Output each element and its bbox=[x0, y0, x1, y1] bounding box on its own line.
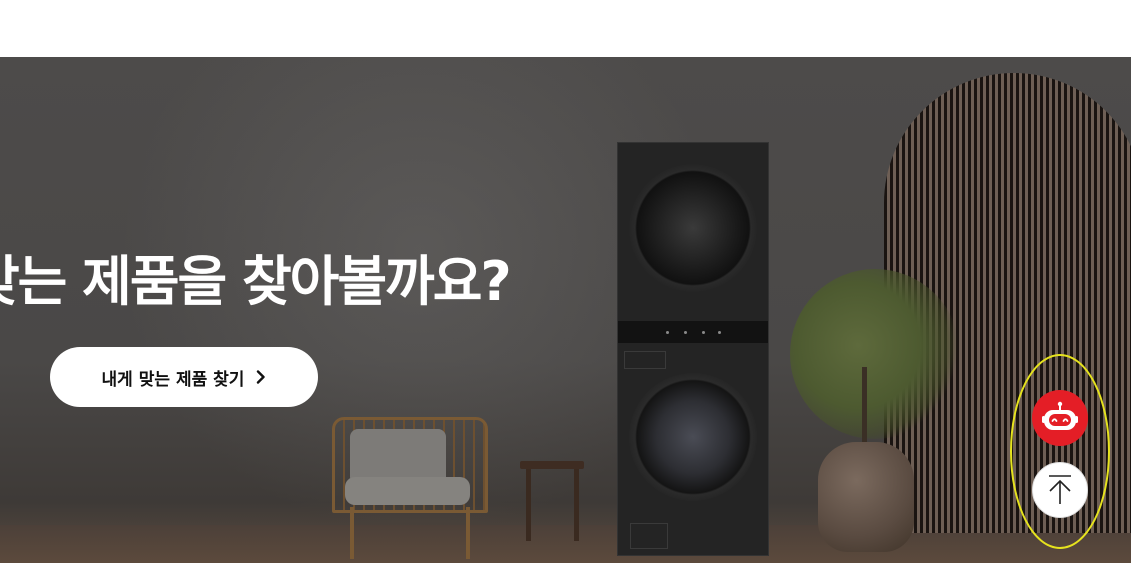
stool-leg bbox=[574, 469, 579, 541]
plant-pot bbox=[818, 442, 914, 552]
chatbot-button[interactable] bbox=[1032, 390, 1088, 446]
arrow-up-icon bbox=[1049, 475, 1071, 504]
hero-banner: 맞는 제품을 찾아볼까요? 내게 맞는 제품 찾기 bbox=[0, 57, 1131, 563]
filter-door bbox=[630, 523, 668, 549]
olive-tree-trunk bbox=[862, 367, 867, 449]
chair-leg bbox=[466, 507, 470, 559]
chair-seat bbox=[345, 477, 470, 505]
find-product-label: 내게 맞는 제품 찾기 bbox=[101, 369, 245, 390]
detergent-drawer bbox=[624, 351, 666, 369]
floating-buttons-highlight bbox=[1010, 354, 1110, 549]
scroll-to-top-button[interactable] bbox=[1032, 462, 1088, 518]
stool-leg bbox=[526, 469, 531, 541]
panel-indicator bbox=[702, 331, 705, 334]
panel-indicator bbox=[684, 331, 687, 334]
robot-icon bbox=[1042, 401, 1078, 430]
stool-top bbox=[520, 461, 584, 469]
find-product-button[interactable]: 내게 맞는 제품 찾기 bbox=[50, 347, 318, 407]
control-panel bbox=[618, 321, 768, 343]
chevron-right-icon bbox=[257, 370, 266, 384]
hero-title: 맞는 제품을 찾아볼까요? bbox=[0, 250, 512, 313]
panel-indicator bbox=[718, 331, 721, 334]
dryer-door bbox=[629, 164, 757, 292]
olive-tree-crown bbox=[790, 269, 960, 439]
panel-indicator bbox=[666, 331, 669, 334]
top-bar bbox=[0, 0, 1131, 57]
washer-door bbox=[629, 373, 757, 501]
washer-dryer-tower bbox=[617, 142, 769, 556]
chair-leg bbox=[350, 507, 354, 559]
